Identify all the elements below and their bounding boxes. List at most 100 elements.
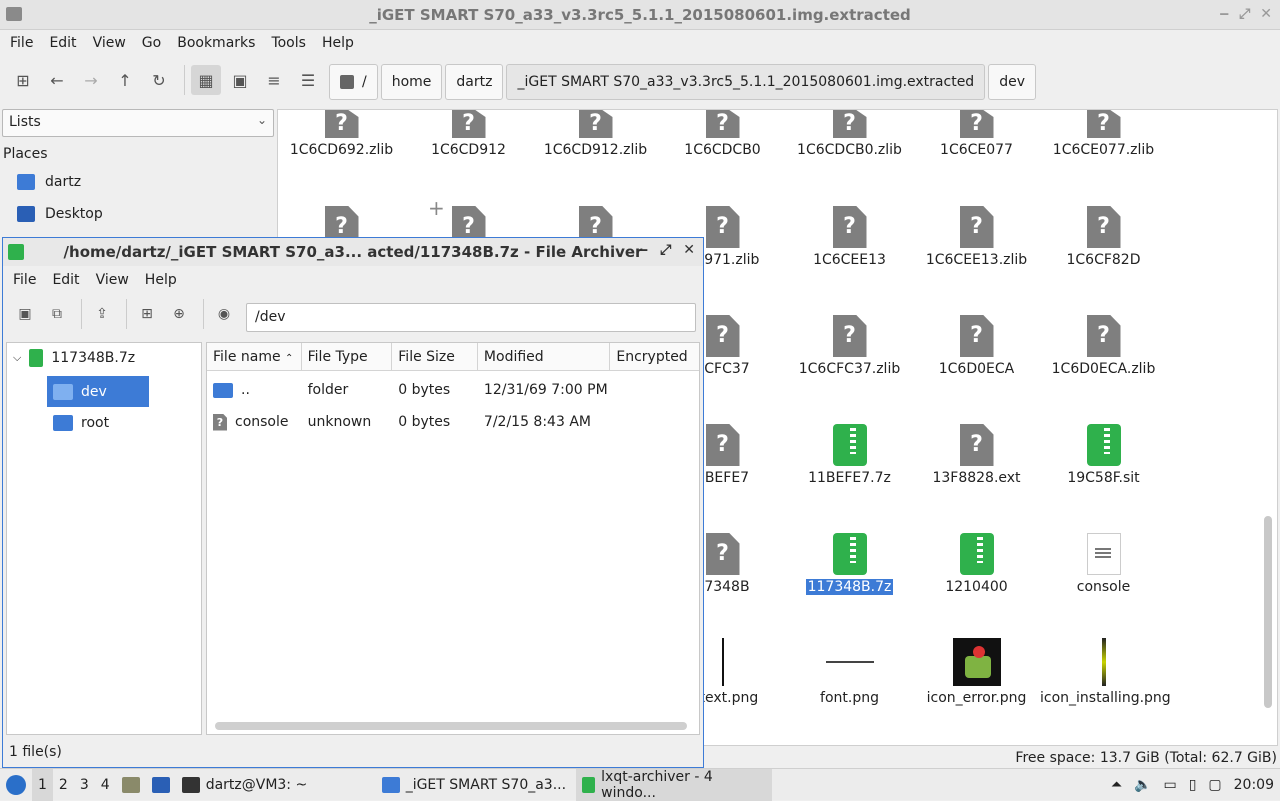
file-item[interactable]: ? 1C6CD692.zlib [278,110,405,159]
breadcrumb-dev[interactable]: dev [988,64,1036,100]
reload-icon[interactable]: ↻ [144,65,174,95]
clipboard-icon[interactable]: ▯ [1183,769,1203,801]
desktop-4[interactable]: 4 [95,769,116,801]
unknown-file-icon: ? [578,110,613,138]
menu-help[interactable]: Help [137,272,185,288]
file-item[interactable]: 19C58F.sit [1040,424,1167,487]
clock[interactable]: 20:09 [1228,769,1280,801]
file-item[interactable]: ? 1C6CEE13 [786,206,913,269]
add-files-icon[interactable]: ⊞ [133,300,161,328]
icon-view-icon[interactable]: ▦ [191,65,221,95]
table-row[interactable]: .. folder 0 bytes 12/31/69 7:00 PM [207,375,699,405]
side-pane-select[interactable]: Lists ⌄ [2,109,274,137]
column-file-size[interactable]: File Size [392,343,478,370]
new-archive-icon[interactable]: ▣ [11,300,39,328]
archiver-titlebar[interactable]: /home/dartz/_iGET SMART S70_a3... acted/… [3,238,703,266]
breadcrumb-dartz[interactable]: dartz [445,64,504,100]
column-modified[interactable]: Modified [478,343,611,370]
file-item[interactable]: ? 1C6D0ECA [913,315,1040,378]
file-item[interactable]: ? 1C6CD912 [405,110,532,159]
fm-titlebar[interactable]: _iGET SMART S70_a33_v3.3rc5_5.1.1_201508… [0,0,1280,30]
tray-arrow-icon[interactable]: ⏶ [1105,769,1128,801]
file-item[interactable]: icon_installing.png [1040,638,1171,707]
menu-help[interactable]: Help [314,35,362,51]
file-item[interactable]: ? 1C6CE077.zlib [1040,110,1167,159]
desktop-1[interactable]: 1 [32,768,53,801]
column-encrypted[interactable]: Encrypted [610,343,699,370]
breadcrumb-home[interactable]: home [380,64,443,100]
back-arrow-icon[interactable]: ← [42,65,72,95]
stop-icon[interactable]: ◉ [210,300,238,328]
up-arrow-icon[interactable]: ↑ [110,65,140,95]
close-icon[interactable]: ✕ [1260,6,1272,22]
menu-bookmarks[interactable]: Bookmarks [169,35,263,51]
file-item[interactable]: 1210400 [913,533,1040,596]
file-item-selected[interactable]: 117348B.7z [786,533,913,596]
close-icon[interactable]: ✕ [683,242,695,258]
start-menu-button[interactable] [0,769,32,801]
file-item[interactable]: ? 1C6CF82D [1040,206,1167,269]
unknown-file-icon: ? [705,110,740,138]
file-item[interactable]: ? 13F8828.ext [913,424,1040,487]
table-row[interactable]: ? console unknown 0 bytes 7/2/15 8:43 AM [207,407,699,437]
network-icon[interactable]: ▭ [1157,769,1182,801]
quicklaunch-files[interactable] [116,769,146,801]
tree-root[interactable]: ⌵ 117348B.7z [13,349,135,367]
chevron-down-icon[interactable]: ⌵ [13,351,21,365]
toolbar-separator [203,299,204,329]
archiver-title: /home/dartz/_iGET SMART S70_a3... acted/… [63,243,643,261]
compact-view-icon[interactable]: ≡ [259,65,289,95]
column-file-name[interactable]: File name ⌃ [207,343,302,370]
thumbnail-view-icon[interactable]: ▣ [225,65,255,95]
tree-item-root[interactable]: root [53,415,109,431]
archive-path-input[interactable]: /dev [246,303,696,332]
extract-icon[interactable]: ⇪ [88,300,116,328]
minimize-icon[interactable]: ‒ [638,242,648,258]
file-item[interactable]: ? 1C6CFC37.zlib [786,315,913,378]
maximize-icon[interactable]: ⤢ [1239,6,1250,22]
new-tab-icon[interactable]: ⊞ [8,65,38,95]
file-item[interactable]: 11BEFE7.7z [786,424,913,487]
menu-go[interactable]: Go [134,35,169,51]
menu-file[interactable]: File [5,272,44,288]
vertical-scrollbar[interactable] [1264,516,1272,708]
horizontal-scrollbar[interactable] [215,722,687,730]
file-item[interactable]: ? 1C6CD912.zlib [532,110,659,159]
column-file-type[interactable]: File Type [302,343,393,370]
place-desktop[interactable]: Desktop [17,206,103,222]
file-item[interactable]: ? 1C6CE077 [913,110,1040,159]
volume-icon[interactable]: 🔈 [1128,769,1157,801]
breadcrumb-root[interactable]: / [329,64,378,100]
menu-view[interactable]: View [88,272,137,288]
notes-icon[interactable]: ▢ [1202,769,1227,801]
task-terminal[interactable]: dartz@VM3: ~ [176,769,376,801]
file-item[interactable]: icon_error.png [913,638,1040,707]
file-item[interactable]: ? 1C6CDCB0.zlib [786,110,913,159]
task-archiver[interactable]: lxqt-archiver - 4 windo... [575,768,772,801]
add-folder-icon[interactable]: ⊕ [165,300,193,328]
menu-edit[interactable]: Edit [41,35,84,51]
file-item[interactable]: ? 1C6D0ECA.zlib [1040,315,1167,378]
tree-item-dev[interactable]: dev [47,376,149,407]
desktop-3[interactable]: 3 [74,769,95,801]
minimize-icon[interactable]: ‒ [1219,6,1229,22]
text-file-icon [1086,533,1121,575]
detailed-list-icon[interactable]: ☰ [293,65,323,95]
task-file-manager[interactable]: _iGET SMART S70_a3... [376,769,576,801]
menu-edit[interactable]: Edit [44,272,87,288]
place-home[interactable]: dartz [17,174,81,190]
home-folder-icon [17,174,35,190]
file-item[interactable]: font.png [786,638,913,707]
show-desktop-button[interactable] [146,769,176,801]
menu-file[interactable]: File [2,35,41,51]
file-item[interactable]: ? 1C6CEE13.zlib [913,206,1040,269]
menu-tools[interactable]: Tools [263,35,314,51]
forward-arrow-icon[interactable]: → [76,65,106,95]
maximize-icon[interactable]: ⤢ [660,242,671,258]
file-item[interactable]: ? 1C6CDCB0 [659,110,786,159]
breadcrumb-extracted[interactable]: _iGET SMART S70_a33_v3.3rc5_5.1.1_201508… [506,64,986,100]
file-item[interactable]: console [1040,533,1167,596]
desktop-2[interactable]: 2 [53,769,74,801]
menu-view[interactable]: View [85,35,134,51]
open-archive-icon[interactable]: ⧉ [43,300,71,328]
